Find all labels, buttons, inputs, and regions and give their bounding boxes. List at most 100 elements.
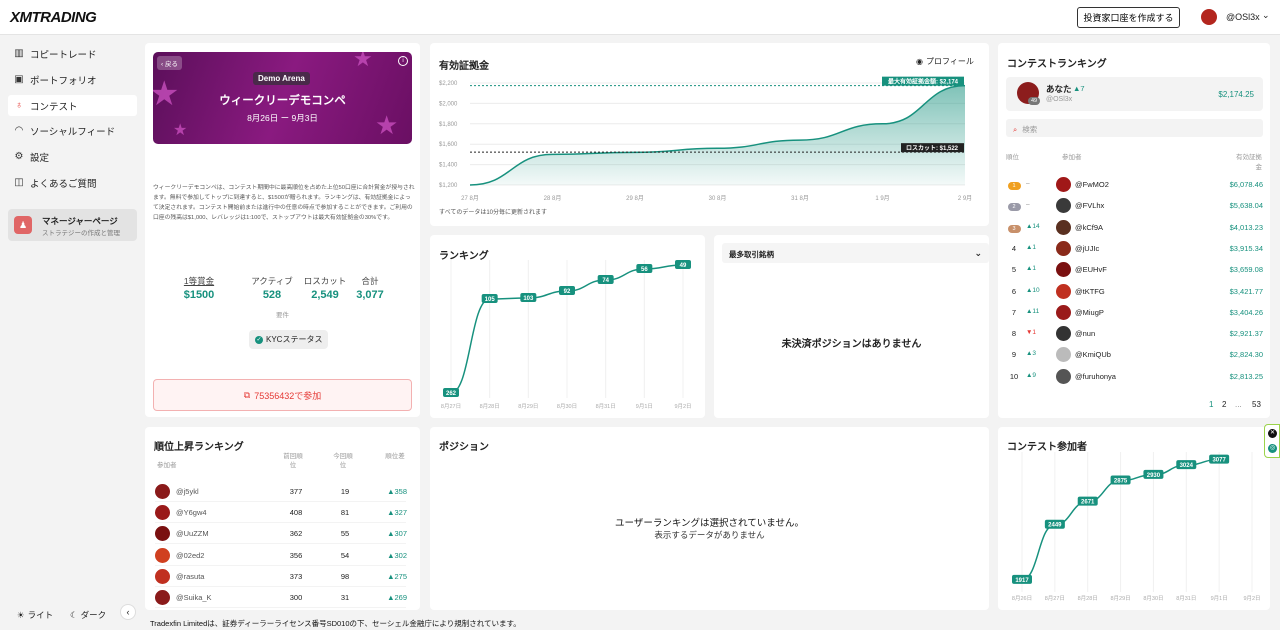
page-last[interactable]: 53 — [1252, 400, 1261, 409]
ranking-point-label: 56 — [641, 267, 648, 273]
sidebar-item-portfolio[interactable]: ▣ ポートフォリオ — [8, 69, 137, 90]
participant-name: @KmiQUb — [1075, 350, 1111, 360]
riser-row[interactable]: @02ed2 356 54 ▲302 — [155, 545, 407, 566]
back-label: 戻る — [164, 61, 178, 68]
participant-equity: $3,915.34 — [1229, 243, 1263, 253]
chat-icon: ◫ — [14, 177, 24, 188]
rank-number: 9 — [1011, 350, 1017, 360]
stat-value: 528 — [262, 289, 282, 301]
x-tick-label: 8月31日 — [1176, 595, 1196, 602]
rank-cell: 6 — [1006, 287, 1022, 296]
participants-point-label: 3077 — [1212, 458, 1226, 464]
page-1[interactable]: 1 — [1209, 400, 1213, 409]
manager-page-link[interactable]: ♟ マネージャーページ ストラテジーの作成と管理 — [8, 209, 137, 241]
leaderboard-row[interactable]: 8 ▼1 @nun $2,921.37 — [1006, 323, 1263, 344]
page-ellipsis: ... — [1235, 400, 1242, 409]
sidebar-item-social-feed[interactable]: ◠ ソーシャルフィード — [8, 120, 137, 141]
leaderboard-row[interactable]: 2 – @FVLhx $5,638.04 — [1006, 195, 1263, 216]
create-investor-account-button[interactable]: 投資家口座を作成する — [1077, 7, 1180, 28]
light-theme-button[interactable]: ☀ ライト — [17, 609, 53, 621]
x-tick-label: 1 9月 — [875, 195, 889, 202]
rank-diff: ▲327 — [387, 508, 407, 518]
most-traded-select[interactable]: 最多取引銘柄 ⌄ — [722, 243, 989, 263]
leaderboard-row[interactable]: 3 ▲14 @kCf9A $4,013.23 — [1006, 217, 1263, 238]
rank-move: – — [1026, 201, 1030, 209]
ranking-chart: 8月27日 8月28日 8月29日 8月30日 8月31日 9月1日 9月2日 262 105 1… — [441, 260, 692, 410]
prev-rank: 300 — [289, 593, 303, 602]
x-tick-label: 8月27日 — [441, 403, 461, 410]
riser-row[interactable]: @Y6gw4 408 81 ▲327 — [155, 502, 407, 524]
xm-logo[interactable]: XMTRADING — [10, 9, 97, 26]
back-button[interactable]: ‹ 戻る — [157, 56, 182, 70]
ranking-point-label: 105 — [485, 297, 496, 303]
leaderboard-row[interactable]: 9 ▲3 @KmiQUb $2,824.30 — [1006, 344, 1263, 365]
x-tick-label: 2 9月 — [958, 195, 972, 202]
close-icon[interactable]: ✕ — [1268, 429, 1277, 438]
participant-name: @rasuta — [176, 571, 205, 581]
rank-move: ▲3 — [1026, 350, 1037, 358]
sidebar-item-label: よくあるご質問 — [30, 178, 97, 190]
medal-icon: 1 — [1007, 182, 1021, 190]
update-note: すべてのデータは10分毎に更新されます — [439, 210, 548, 216]
x-tick-label: 9月2日 — [674, 403, 691, 410]
my-rank-row[interactable]: 49 あなた ▲7 @OSl3x $2,174.25 — [1006, 77, 1263, 111]
leaderboard-row[interactable]: 1 – @FwMO2 $6,078.46 — [1006, 174, 1263, 195]
side-widget[interactable]: ✕ ◎ — [1264, 424, 1280, 458]
leaderboard-row[interactable]: 5 ▲1 @EUHvF $3,659.08 — [1006, 259, 1263, 280]
search-input[interactable]: ⌕ 検索 — [1006, 119, 1263, 137]
rss-icon: ◠ — [14, 125, 24, 136]
info-icon[interactable]: i — [398, 56, 408, 66]
username[interactable]: @OSl3x — [1226, 12, 1260, 22]
external-link-icon: ⧉ — [243, 389, 251, 400]
my-rank-change: ▲7 — [1073, 84, 1085, 93]
leaderboard-row[interactable]: 4 ▲1 @jUJIc $3,915.34 — [1006, 238, 1263, 259]
chat-widget-icon[interactable]: ◎ — [1268, 444, 1277, 453]
y-tick-label: $1,400 — [439, 163, 458, 169]
avatar — [155, 526, 170, 542]
sidebar-item-copytrade[interactable]: ▥ コピートレード — [8, 43, 137, 64]
x-tick-label: 8月29日 — [518, 403, 538, 410]
riser-row[interactable]: @UuZZM 362 55 ▲307 — [155, 523, 407, 545]
leaderboard-row[interactable]: 6 ▲10 @tKTFG $3,421.77 — [1006, 281, 1263, 302]
stat-value: $1500 — [183, 289, 215, 301]
contest-description: ウィークリーデモコンペは、コンテスト期間中に最高順位を占めた上位50口座に合計賞… — [153, 185, 415, 221]
x-tick-label: 8月31日 — [596, 403, 616, 410]
riser-row[interactable]: @Suika_K 300 31 ▲269 — [155, 587, 407, 608]
manager-icon: ♟ — [14, 216, 32, 234]
riser-row[interactable]: @rasuta 373 98 ▲275 — [155, 566, 407, 587]
stat-label[interactable]: 1等賞金 — [179, 275, 219, 287]
participant-equity: $2,813.25 — [1229, 371, 1263, 381]
x-tick-label: 29 8月 — [626, 195, 644, 202]
chevron-left-icon[interactable]: ‹ — [120, 604, 136, 620]
sidebar-item-faq[interactable]: ◫ よくあるご質問 — [8, 172, 137, 193]
sidebar-item-settings[interactable]: ⚙ 設定 — [8, 146, 137, 167]
stat-value: 2,549 — [311, 289, 339, 301]
stat-losscut: ロスカット 2,549 — [300, 275, 350, 301]
dark-theme-button[interactable]: ☾ ダーク — [70, 609, 106, 621]
no-data-message: 表示するデータがありません — [654, 530, 765, 540]
rank-move: ▲1 — [1026, 243, 1037, 251]
avatar — [1056, 198, 1071, 214]
equity-card: 有効証拠金 ◉ プロフィール $2,200 $2,000 $1,800 $1,600 $1… — [430, 43, 989, 226]
riser-row[interactable]: @j5ykl 377 19 ▲358 — [155, 481, 407, 502]
sidebar-item-contest[interactable]: ♁ コンテスト — [8, 95, 137, 116]
chevron-down-icon[interactable]: ⌄ — [1262, 10, 1270, 21]
participants-chart: 8月26日 8月27日 8月28日 8月29日 8月30日 8月31日 9月1日 9月2日 19… — [1012, 452, 1261, 602]
risers-title: 順位上昇ランキング — [154, 442, 244, 453]
avatar — [1056, 347, 1071, 363]
participant-equity: $3,659.08 — [1229, 265, 1263, 275]
leaderboard-row[interactable]: 10 ▲9 @furuhonya $2,813.25 — [1006, 366, 1263, 387]
avatar — [1056, 283, 1071, 299]
user-avatar[interactable] — [1201, 9, 1217, 25]
sidebar-item-label: コピートレード — [30, 49, 97, 61]
stat-label: 合計 — [361, 276, 379, 286]
page-2[interactable]: 2 — [1222, 400, 1226, 409]
join-contest-button[interactable]: ⧉ 75356432で参加 — [153, 379, 412, 411]
participant-header: 参加者 — [157, 462, 177, 469]
leaderboard-row[interactable]: 7 ▲11 @MiugP $3,404.26 — [1006, 302, 1263, 323]
participant-name: @j5ykl — [176, 487, 199, 496]
requirement-label: 要件 — [276, 312, 289, 319]
rank-diff: ▲302 — [387, 550, 407, 560]
participant-name: @Suika_K — [176, 593, 212, 602]
rank-diff: ▲307 — [387, 529, 407, 539]
